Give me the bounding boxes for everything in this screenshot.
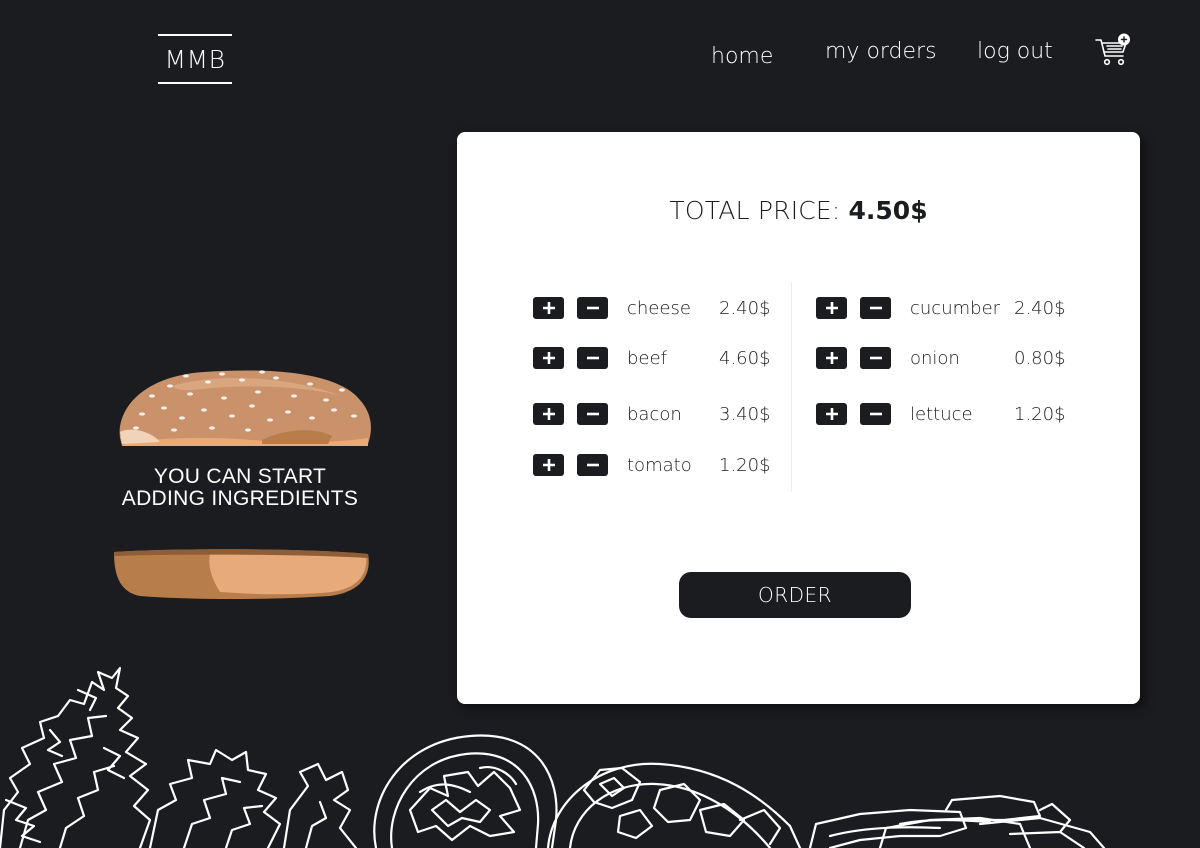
- minus-icon: [586, 463, 599, 467]
- logo-text: MMB: [164, 44, 226, 74]
- order-button[interactable]: ORDER: [679, 572, 911, 618]
- ingredient-name: cheese: [627, 297, 691, 319]
- ingredient-row-beef: beef 4.60$: [533, 346, 793, 370]
- nav-home-link[interactable]: home: [711, 44, 773, 69]
- total-price: TOTAL PRICE: 4.50$: [457, 196, 1140, 225]
- plus-icon: [542, 352, 555, 364]
- ingredient-row-cucumber: cucumber 2.40$: [816, 296, 1116, 320]
- minus-icon: [586, 412, 599, 416]
- ingredient-row-lettuce: lettuce 1.20$: [816, 402, 1116, 426]
- hint-line-1: YOU CAN START: [153, 465, 327, 488]
- plus-icon: [825, 352, 838, 364]
- total-price-label: TOTAL PRICE:: [669, 196, 841, 225]
- remove-bacon-button[interactable]: [577, 403, 608, 425]
- add-cucumber-button[interactable]: [816, 297, 847, 319]
- remove-cheese-button[interactable]: [577, 297, 608, 319]
- remove-onion-button[interactable]: [860, 347, 891, 369]
- add-beef-button[interactable]: [533, 347, 564, 369]
- plus-icon: [825, 408, 838, 420]
- ingredient-row-bacon: bacon 3.40$: [533, 402, 793, 426]
- ingredient-price: 3.40$: [719, 403, 771, 425]
- minus-icon: [869, 356, 882, 360]
- ingredient-row-cheese: cheese 2.40$: [533, 296, 793, 320]
- ingredient-price: 0.80$: [1014, 347, 1066, 369]
- remove-cucumber-button[interactable]: [860, 297, 891, 319]
- ingredient-price: 1.20$: [1014, 403, 1066, 425]
- ingredient-price: 2.40$: [1014, 297, 1066, 319]
- order-card: TOTAL PRICE: 4.50$ cheese 2.40$ beef 4.6…: [457, 132, 1140, 704]
- cart-plus-icon[interactable]: [1093, 32, 1133, 68]
- add-bacon-button[interactable]: [533, 403, 564, 425]
- add-cheese-button[interactable]: [533, 297, 564, 319]
- remove-beef-button[interactable]: [577, 347, 608, 369]
- ingredient-price: 1.20$: [719, 454, 771, 476]
- minus-icon: [586, 306, 599, 310]
- remove-lettuce-button[interactable]: [860, 403, 891, 425]
- minus-icon: [869, 306, 882, 310]
- hint-line-2: ADDING INGREDIENTS: [121, 487, 359, 510]
- add-lettuce-button[interactable]: [816, 403, 847, 425]
- nav-my-orders-link[interactable]: my orders: [825, 39, 937, 64]
- ingredient-name: onion: [910, 347, 960, 369]
- ingredient-row-tomato: tomato 1.20$: [533, 453, 793, 477]
- ingredient-name: lettuce: [910, 403, 973, 425]
- plus-icon: [542, 459, 555, 471]
- minus-icon: [869, 412, 882, 416]
- ingredient-name: cucumber: [910, 297, 1001, 319]
- minus-icon: [586, 356, 599, 360]
- total-price-value: 4.50$: [848, 196, 928, 225]
- plus-icon: [542, 408, 555, 420]
- nav-log-out-link[interactable]: log out: [977, 39, 1053, 64]
- remove-tomato-button[interactable]: [577, 454, 608, 476]
- ingredient-price: 4.60$: [719, 347, 771, 369]
- add-tomato-button[interactable]: [533, 454, 564, 476]
- food-sketch-illustration: [0, 666, 1106, 848]
- ingredient-price: 2.40$: [719, 297, 771, 319]
- ingredient-name: bacon: [627, 403, 682, 425]
- bun-bottom-image: [114, 549, 369, 599]
- start-adding-hint: YOU CAN START ADDING INGREDIENTS: [90, 466, 390, 510]
- ingredient-name: tomato: [627, 454, 692, 476]
- add-onion-button[interactable]: [816, 347, 847, 369]
- ingredient-row-onion: onion 0.80$: [816, 346, 1116, 370]
- logo[interactable]: MMB: [158, 34, 232, 84]
- plus-icon: [825, 302, 838, 314]
- plus-icon: [542, 302, 555, 314]
- ingredient-name: beef: [627, 347, 667, 369]
- bun-top-image: [119, 370, 371, 446]
